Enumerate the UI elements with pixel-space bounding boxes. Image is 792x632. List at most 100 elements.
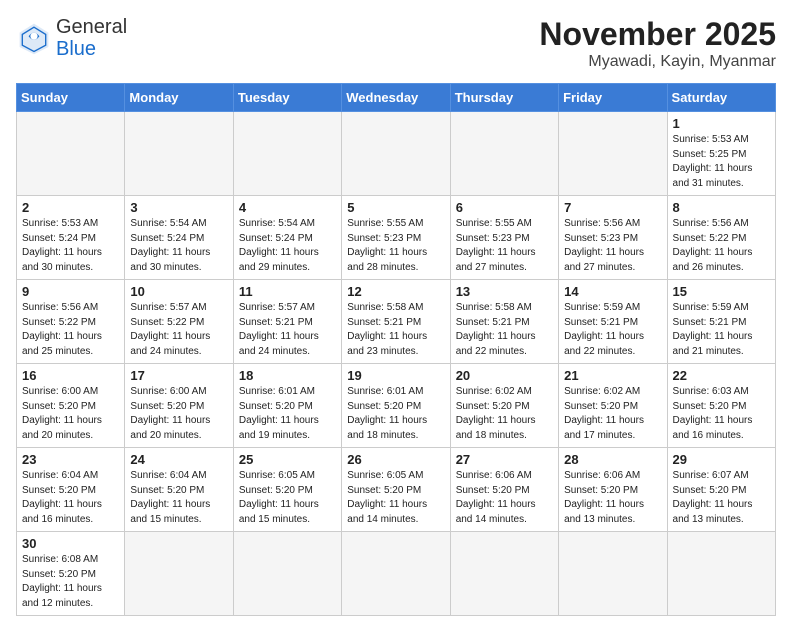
logo: General Blue bbox=[16, 16, 127, 60]
calendar-cell: 25Sunrise: 6:05 AM Sunset: 5:20 PM Dayli… bbox=[233, 448, 341, 532]
calendar-cell: 28 Sunrise: 6:06 AM Sunset: 5:20 PM Dayli… bbox=[559, 448, 667, 532]
weekday-header-saturday: Saturday bbox=[667, 84, 775, 112]
day-info: Sunrise: 5:55 AM Sunset: 5:23 PM Dayligh… bbox=[347, 217, 444, 275]
day-number: 19 bbox=[347, 368, 444, 383]
logo-general: General bbox=[56, 16, 127, 38]
logo-icon bbox=[16, 20, 52, 56]
day-number: 11 bbox=[239, 284, 336, 299]
day-number: 10 bbox=[130, 284, 227, 299]
calendar-week-row: 30 Sunrise: 6:08 AM Sunset: 5:20 PM Dayli… bbox=[17, 532, 776, 616]
day-number: 12 bbox=[347, 284, 444, 299]
calendar-cell: 3Sunrise: 5:54 AM Sunset: 5:24 PM Daylig… bbox=[125, 196, 233, 280]
day-number: 22 bbox=[673, 368, 770, 383]
day-info: Sunrise: 5:56 AM Sunset: 5:22 PM Dayligh… bbox=[673, 217, 770, 275]
day-number: 29 bbox=[673, 452, 770, 467]
calendar-cell: 27 Sunrise: 6:06 AM Sunset: 5:20 PM Dayli… bbox=[450, 448, 558, 532]
day-number: 14 bbox=[564, 284, 661, 299]
calendar-cell: 5 Sunrise: 5:55 AM Sunset: 5:23 PM Daylig… bbox=[342, 196, 450, 280]
day-number: 17 bbox=[130, 368, 227, 383]
day-number: 28 bbox=[564, 452, 661, 467]
calendar-cell: 30 Sunrise: 6:08 AM Sunset: 5:20 PM Dayli… bbox=[17, 532, 125, 616]
day-number: 5 bbox=[347, 200, 444, 215]
calendar-cell bbox=[17, 112, 125, 196]
day-number: 25 bbox=[239, 452, 336, 467]
weekday-header-wednesday: Wednesday bbox=[342, 84, 450, 112]
calendar-cell: 22 Sunrise: 6:03 AM Sunset: 5:20 PM Dayli… bbox=[667, 364, 775, 448]
weekday-header-tuesday: Tuesday bbox=[233, 84, 341, 112]
calendar-cell: 26 Sunrise: 6:05 AM Sunset: 5:20 PM Dayli… bbox=[342, 448, 450, 532]
calendar-cell bbox=[559, 112, 667, 196]
calendar-cell bbox=[125, 532, 233, 616]
day-number: 9 bbox=[22, 284, 119, 299]
day-info: Sunrise: 5:53 AM Sunset: 5:25 PM Dayligh… bbox=[673, 133, 770, 191]
calendar-cell: 18 Sunrise: 6:01 AM Sunset: 5:20 PM Dayli… bbox=[233, 364, 341, 448]
day-info: Sunrise: 6:08 AM Sunset: 5:20 PM Dayligh… bbox=[22, 553, 119, 611]
day-info: Sunrise: 6:02 AM Sunset: 5:20 PM Dayligh… bbox=[456, 385, 553, 443]
calendar-cell: 13Sunrise: 5:58 AM Sunset: 5:21 PM Dayli… bbox=[450, 280, 558, 364]
day-number: 2 bbox=[22, 200, 119, 215]
calendar-cell: 24Sunrise: 6:04 AM Sunset: 5:20 PM Dayli… bbox=[125, 448, 233, 532]
day-info: Sunrise: 6:01 AM Sunset: 5:20 PM Dayligh… bbox=[347, 385, 444, 443]
weekday-header-friday: Friday bbox=[559, 84, 667, 112]
day-number: 1 bbox=[673, 116, 770, 131]
day-info: Sunrise: 6:03 AM Sunset: 5:20 PM Dayligh… bbox=[673, 385, 770, 443]
calendar-cell: 20 Sunrise: 6:02 AM Sunset: 5:20 PM Dayli… bbox=[450, 364, 558, 448]
calendar-cell: 12 Sunrise: 5:58 AM Sunset: 5:21 PM Dayli… bbox=[342, 280, 450, 364]
day-number: 27 bbox=[456, 452, 553, 467]
day-info: Sunrise: 5:58 AM Sunset: 5:21 PM Dayligh… bbox=[347, 301, 444, 359]
day-number: 26 bbox=[347, 452, 444, 467]
logo-text: General Blue bbox=[56, 16, 127, 60]
calendar-week-row: 23Sunrise: 6:04 AM Sunset: 5:20 PM Dayli… bbox=[17, 448, 776, 532]
day-info: Sunrise: 6:01 AM Sunset: 5:20 PM Dayligh… bbox=[239, 385, 336, 443]
day-info: Sunrise: 5:59 AM Sunset: 5:21 PM Dayligh… bbox=[564, 301, 661, 359]
day-number: 24 bbox=[130, 452, 227, 467]
day-info: Sunrise: 6:00 AM Sunset: 5:20 PM Dayligh… bbox=[130, 385, 227, 443]
day-number: 23 bbox=[22, 452, 119, 467]
day-info: Sunrise: 5:57 AM Sunset: 5:22 PM Dayligh… bbox=[130, 301, 227, 359]
day-info: Sunrise: 6:05 AM Sunset: 5:20 PM Dayligh… bbox=[347, 469, 444, 527]
calendar-cell: 10 Sunrise: 5:57 AM Sunset: 5:22 PM Dayli… bbox=[125, 280, 233, 364]
calendar-cell: 17 Sunrise: 6:00 AM Sunset: 5:20 PM Dayli… bbox=[125, 364, 233, 448]
day-number: 3 bbox=[130, 200, 227, 215]
calendar-week-row: 1 Sunrise: 5:53 AM Sunset: 5:25 PM Daylig… bbox=[17, 112, 776, 196]
calendar-cell bbox=[233, 532, 341, 616]
calendar-cell: 6Sunrise: 5:55 AM Sunset: 5:23 PM Daylig… bbox=[450, 196, 558, 280]
calendar-cell: 11Sunrise: 5:57 AM Sunset: 5:21 PM Dayli… bbox=[233, 280, 341, 364]
day-number: 7 bbox=[564, 200, 661, 215]
calendar-cell: 21Sunrise: 6:02 AM Sunset: 5:20 PM Dayli… bbox=[559, 364, 667, 448]
calendar-cell: 29Sunrise: 6:07 AM Sunset: 5:20 PM Dayli… bbox=[667, 448, 775, 532]
day-info: Sunrise: 5:56 AM Sunset: 5:23 PM Dayligh… bbox=[564, 217, 661, 275]
day-number: 20 bbox=[456, 368, 553, 383]
logo-blue: Blue bbox=[56, 38, 96, 60]
calendar-cell: 23Sunrise: 6:04 AM Sunset: 5:20 PM Dayli… bbox=[17, 448, 125, 532]
calendar-cell: 14 Sunrise: 5:59 AM Sunset: 5:21 PM Dayli… bbox=[559, 280, 667, 364]
day-number: 30 bbox=[22, 536, 119, 551]
day-number: 18 bbox=[239, 368, 336, 383]
calendar-week-row: 9 Sunrise: 5:56 AM Sunset: 5:22 PM Daylig… bbox=[17, 280, 776, 364]
location: Myawadi, Kayin, Myanmar bbox=[539, 53, 776, 71]
day-info: Sunrise: 5:58 AM Sunset: 5:21 PM Dayligh… bbox=[456, 301, 553, 359]
day-info: Sunrise: 5:56 AM Sunset: 5:22 PM Dayligh… bbox=[22, 301, 119, 359]
calendar-cell: 16 Sunrise: 6:00 AM Sunset: 5:20 PM Dayli… bbox=[17, 364, 125, 448]
calendar-cell bbox=[667, 532, 775, 616]
weekday-header-sunday: Sunday bbox=[17, 84, 125, 112]
day-number: 15 bbox=[673, 284, 770, 299]
day-number: 16 bbox=[22, 368, 119, 383]
day-info: Sunrise: 6:06 AM Sunset: 5:20 PM Dayligh… bbox=[456, 469, 553, 527]
calendar-cell bbox=[450, 112, 558, 196]
title-block: November 2025 Myawadi, Kayin, Myanmar bbox=[539, 16, 776, 71]
calendar-cell bbox=[450, 532, 558, 616]
day-info: Sunrise: 6:00 AM Sunset: 5:20 PM Dayligh… bbox=[22, 385, 119, 443]
calendar-cell bbox=[342, 532, 450, 616]
calendar-cell: 19 Sunrise: 6:01 AM Sunset: 5:20 PM Dayli… bbox=[342, 364, 450, 448]
day-number: 6 bbox=[456, 200, 553, 215]
calendar-cell bbox=[559, 532, 667, 616]
calendar-cell: 2Sunrise: 5:53 AM Sunset: 5:24 PM Daylig… bbox=[17, 196, 125, 280]
calendar-cell bbox=[125, 112, 233, 196]
day-info: Sunrise: 6:06 AM Sunset: 5:20 PM Dayligh… bbox=[564, 469, 661, 527]
calendar-cell bbox=[342, 112, 450, 196]
weekday-header-row: SundayMondayTuesdayWednesdayThursdayFrid… bbox=[17, 84, 776, 112]
calendar-week-row: 16 Sunrise: 6:00 AM Sunset: 5:20 PM Dayli… bbox=[17, 364, 776, 448]
calendar-cell: 7 Sunrise: 5:56 AM Sunset: 5:23 PM Daylig… bbox=[559, 196, 667, 280]
day-info: Sunrise: 6:02 AM Sunset: 5:20 PM Dayligh… bbox=[564, 385, 661, 443]
